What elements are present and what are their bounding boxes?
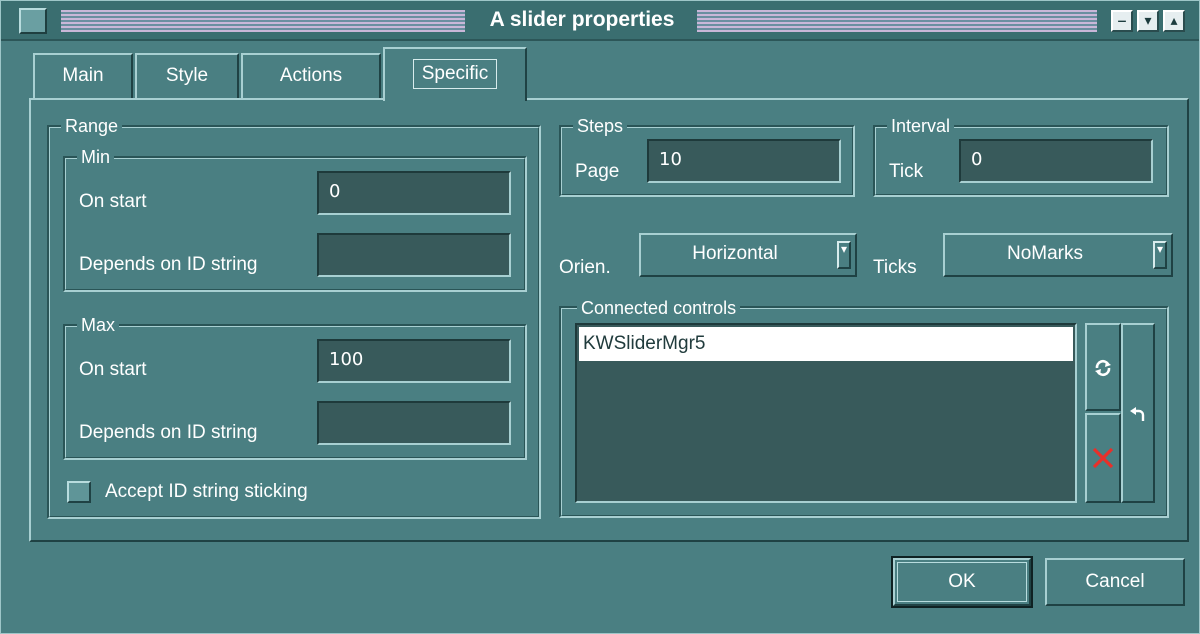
refresh-icon (1095, 359, 1111, 377)
ticks-value: NoMarks (1006, 243, 1083, 264)
minimize-icon: ‒ (1118, 12, 1126, 28)
minimize-button[interactable]: ‒ (1111, 10, 1133, 32)
chevron-down-icon: ▾ (1153, 241, 1167, 269)
title-stripes-right (697, 10, 1097, 32)
window-menu-button[interactable] (19, 8, 47, 34)
delete-icon (1092, 447, 1114, 469)
tick-interval-input[interactable]: 0 (959, 139, 1153, 183)
tab-actions[interactable]: Actions (241, 53, 381, 99)
min-legend: Min (77, 146, 115, 168)
accept-sticking-label: Accept ID string sticking (105, 481, 308, 502)
accept-sticking-checkbox[interactable] (67, 481, 91, 503)
max-on-start-input[interactable]: 100 (317, 339, 511, 383)
tab-specific-label: Specific (412, 59, 498, 89)
maximize-button[interactable]: ▴ (1163, 10, 1185, 32)
connected-controls-legend: Connected controls (577, 297, 741, 319)
min-on-start-input[interactable]: 0 (317, 171, 511, 215)
cancel-label: Cancel (1085, 571, 1145, 592)
refresh-button[interactable] (1085, 323, 1121, 411)
cancel-button[interactable]: Cancel (1045, 558, 1185, 606)
window-title: A slider properties (489, 8, 675, 31)
tab-main[interactable]: Main (33, 53, 133, 99)
title-stripes-left (61, 10, 465, 32)
tab-style[interactable]: Style (135, 53, 239, 99)
max-legend: Max (77, 314, 120, 336)
ticks-label: Ticks (873, 257, 917, 278)
max-on-start-label: On start (79, 359, 147, 380)
orientation-label: Orien. (559, 257, 611, 278)
tab-style-label: Style (165, 65, 209, 86)
page-step-input[interactable]: 10 (647, 139, 841, 183)
shade-icon: ▾ (1144, 12, 1152, 28)
max-depends-label: Depends on ID string (79, 422, 258, 443)
title-bar[interactable]: A slider properties ‒ ▾ ▴ (1, 1, 1199, 41)
tab-main-label: Main (62, 65, 104, 86)
maximize-icon: ▴ (1170, 12, 1178, 28)
slider-properties-dialog: A slider properties ‒ ▾ ▴ Main Style Act… (0, 0, 1200, 634)
undo-icon (1130, 407, 1145, 421)
max-depends-input[interactable] (317, 401, 511, 445)
shade-button[interactable]: ▾ (1137, 10, 1159, 32)
delete-button[interactable] (1085, 413, 1121, 503)
interval-legend: Interval (887, 115, 955, 137)
connected-controls-list[interactable]: KWSliderMgr5 (575, 323, 1077, 503)
undo-button[interactable] (1121, 323, 1155, 503)
ok-label: OK (948, 571, 976, 592)
orientation-select[interactable]: Horizontal ▾ (639, 233, 857, 277)
tab-actions-label: Actions (279, 65, 343, 86)
tick-label: Tick (889, 161, 924, 182)
steps-legend: Steps (573, 115, 628, 137)
tab-specific[interactable]: Specific (383, 47, 527, 101)
min-on-start-label: On start (79, 191, 147, 212)
chevron-down-icon: ▾ (837, 241, 851, 269)
ticks-select[interactable]: NoMarks ▾ (943, 233, 1173, 277)
page-label: Page (575, 161, 620, 182)
min-depends-label: Depends on ID string (79, 254, 258, 275)
list-item[interactable]: KWSliderMgr5 (579, 327, 1073, 361)
range-legend: Range (61, 115, 123, 137)
orientation-value: Horizontal (692, 243, 778, 264)
min-depends-input[interactable] (317, 233, 511, 277)
ok-button[interactable]: OK (891, 556, 1033, 608)
